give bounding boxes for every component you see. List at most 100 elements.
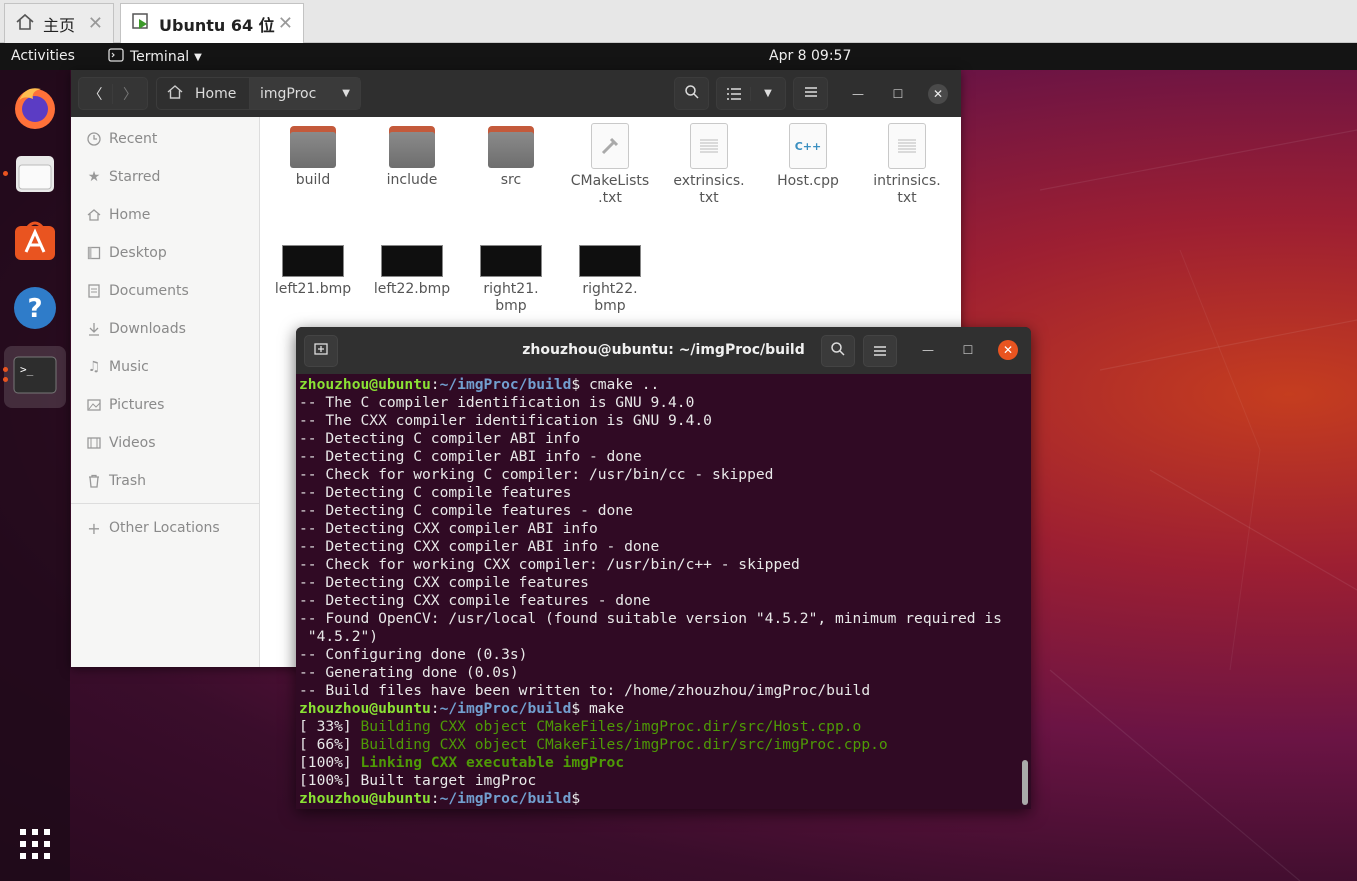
output-text: -- Configuring done (0.3s): [299, 646, 528, 663]
picture-icon: [85, 398, 103, 412]
sidebar-item-music[interactable]: ♫ Music: [71, 348, 260, 386]
app-menu-button[interactable]: Terminal ▼: [108, 48, 202, 66]
files-headerbar: 〈 〉 Home imgProc ▼ ▼ — ☐ ✕: [71, 70, 961, 117]
sidebar-item-starred[interactable]: ★ Starred: [71, 158, 260, 196]
file-name: include: [386, 172, 438, 188]
output-text: -- Detecting C compiler ABI info: [299, 430, 581, 447]
path-current-button[interactable]: imgProc ▼: [250, 78, 360, 109]
file-item[interactable]: C++ Host.cpp: [763, 123, 853, 190]
prompt-user: zhouzhou@ubuntu: [299, 700, 431, 717]
file-name: src: [500, 172, 522, 188]
close-icon[interactable]: ✕: [88, 13, 103, 34]
file-item[interactable]: include: [367, 126, 457, 189]
folder-icon: [466, 126, 556, 168]
terminal-line: -- Configuring done (0.3s): [299, 646, 1019, 664]
path-bar: Home imgProc ▼: [156, 77, 361, 110]
terminal-scrollbar[interactable]: [1022, 760, 1028, 805]
sidebar-item-videos[interactable]: Videos: [71, 424, 260, 462]
cmake-file-icon: [565, 123, 655, 169]
file-name: Host.cpp: [777, 173, 839, 189]
menu-button[interactable]: [863, 335, 897, 367]
prompt-separator: :: [430, 376, 440, 393]
file-item[interactable]: intrinsics. txt: [862, 123, 952, 207]
sidebar-divider: [71, 503, 260, 504]
vm-tab-home[interactable]: 主页 ✕: [4, 3, 114, 43]
home-icon: [85, 208, 103, 222]
file-item[interactable]: left22.bmp: [367, 245, 457, 298]
download-icon: [85, 322, 103, 336]
output-text: -- Detecting CXX compile features: [299, 574, 589, 591]
dock: ? >_: [0, 70, 70, 881]
terminal-line: "4.5.2"): [299, 628, 1019, 646]
cpp-file-icon: C++: [763, 123, 853, 169]
path-home-label: Home: [195, 85, 237, 102]
files-launcher[interactable]: [4, 145, 66, 207]
sidebar-item-label: Desktop: [109, 245, 167, 261]
file-item[interactable]: left21.bmp: [268, 245, 358, 298]
path-home-button[interactable]: Home: [157, 78, 250, 109]
back-icon[interactable]: 〈: [79, 83, 114, 104]
sidebar-item-label: Downloads: [109, 321, 186, 337]
prompt-path: ~/imgProc/build: [439, 376, 572, 393]
folder-icon: [268, 126, 358, 168]
nav-buttons: 〈 〉: [78, 77, 148, 110]
software-launcher[interactable]: [4, 212, 66, 274]
maximize-icon[interactable]: ☐: [958, 340, 978, 360]
terminal-line: zhouzhou@ubuntu:~/imgProc/build$ make: [299, 700, 1019, 718]
file-item[interactable]: extrinsics. txt: [664, 123, 754, 207]
chevron-down-icon[interactable]: ▼: [751, 88, 785, 99]
prompt-path: ~/imgProc/build: [439, 790, 572, 807]
activities-button[interactable]: Activities: [11, 48, 75, 64]
video-icon: [85, 436, 103, 450]
file-item[interactable]: build: [268, 126, 358, 189]
plus-icon: +: [87, 518, 101, 538]
show-applications-button[interactable]: [4, 815, 66, 877]
file-name: left22.bmp: [373, 281, 451, 297]
command-text: cmake ..: [580, 376, 660, 393]
terminal-line: -- Generating done (0.0s): [299, 664, 1019, 682]
file-item[interactable]: CMakeLists .txt: [565, 123, 655, 207]
home-icon: [167, 84, 183, 104]
firefox-launcher[interactable]: [4, 78, 66, 140]
output-text: -- Found OpenCV: /usr/local (found suita…: [299, 610, 1002, 627]
apps-grid-icon: [18, 827, 52, 865]
forward-icon[interactable]: 〉: [113, 84, 147, 104]
search-button[interactable]: [674, 77, 709, 110]
sidebar-item-documents[interactable]: Documents: [71, 272, 260, 310]
file-item[interactable]: right22. bmp: [565, 245, 655, 315]
home-icon: [15, 12, 35, 36]
sidebar-item-downloads[interactable]: Downloads: [71, 310, 260, 348]
output-text: -- Detecting CXX compiler ABI info - don…: [299, 538, 660, 555]
image-thumbnail-icon: [466, 245, 556, 277]
sidebar-item-other-locations[interactable]: + Other Locations: [71, 509, 260, 547]
sidebar-item-pictures[interactable]: Pictures: [71, 386, 260, 424]
prompt-separator: :: [430, 700, 440, 717]
terminal-output[interactable]: zhouzhou@ubuntu:~/imgProc/build$ cmake .…: [299, 376, 1019, 808]
terminal-line: zhouzhou@ubuntu:~/imgProc/build$: [299, 790, 1019, 808]
list-view-icon[interactable]: [717, 86, 752, 101]
terminal-launcher[interactable]: >_: [4, 346, 66, 408]
search-button[interactable]: [821, 335, 855, 367]
menu-button[interactable]: [793, 77, 828, 110]
minimize-icon[interactable]: —: [918, 340, 938, 360]
svg-text:?: ?: [27, 294, 42, 324]
terminal-line: -- The CXX compiler identification is GN…: [299, 412, 1019, 430]
maximize-icon[interactable]: ☐: [888, 84, 908, 104]
new-tab-button[interactable]: [304, 335, 338, 367]
close-icon[interactable]: ✕: [278, 13, 293, 34]
sidebar-item-home[interactable]: Home: [71, 196, 260, 234]
minimize-icon[interactable]: —: [848, 84, 868, 104]
file-item[interactable]: src: [466, 126, 556, 189]
sidebar-item-recent[interactable]: Recent: [71, 120, 260, 158]
file-item[interactable]: right21. bmp: [466, 245, 556, 315]
close-icon[interactable]: ✕: [928, 84, 948, 104]
sidebar-item-trash[interactable]: Trash: [71, 462, 260, 500]
image-thumbnail-icon: [367, 245, 457, 277]
output-text: -- Detecting CXX compile features - done: [299, 592, 651, 609]
close-icon[interactable]: ✕: [998, 340, 1018, 360]
file-name: build: [295, 172, 331, 188]
vm-tab-ubuntu[interactable]: Ubuntu 64 位 ✕: [120, 3, 304, 43]
sidebar-item-desktop[interactable]: Desktop: [71, 234, 260, 272]
help-launcher[interactable]: ?: [4, 279, 66, 341]
clock[interactable]: Apr 8 09:57: [769, 48, 851, 64]
